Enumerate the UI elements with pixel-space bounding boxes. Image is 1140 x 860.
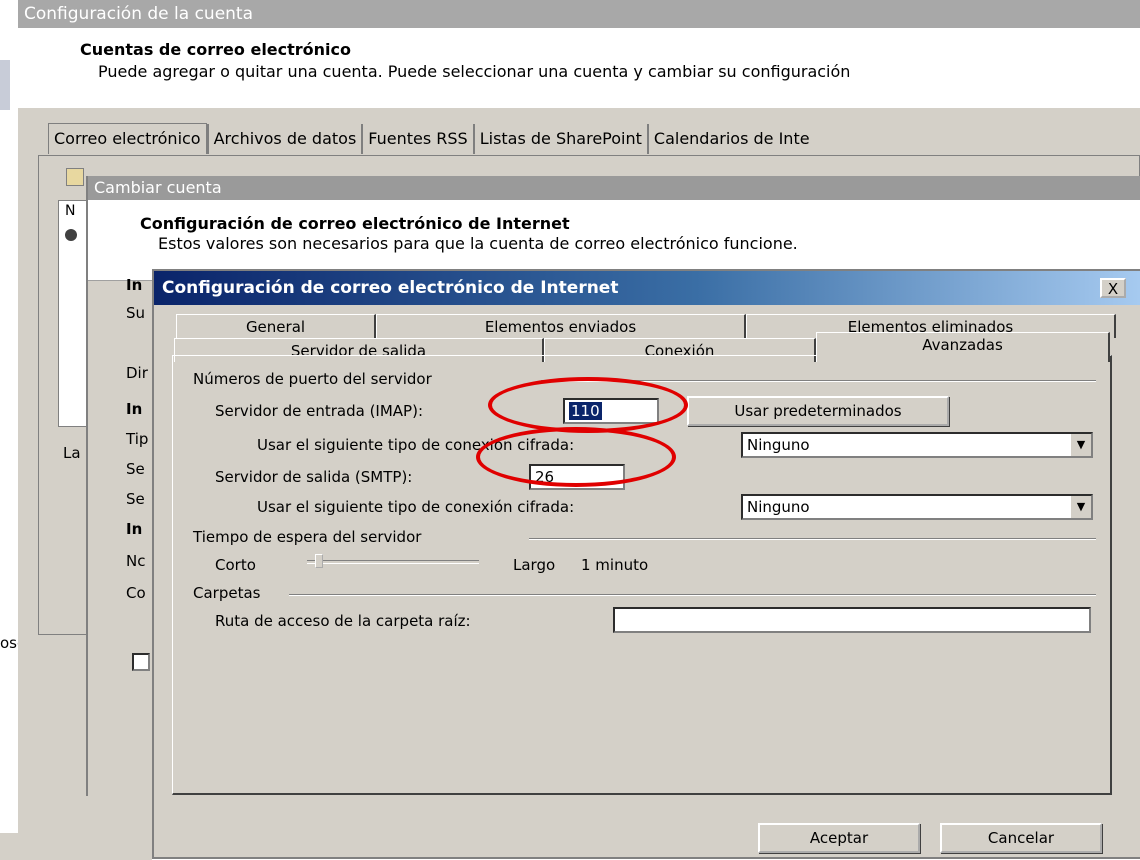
user-info-heading-fragment: In xyxy=(126,276,143,294)
server-timeout-divider xyxy=(529,538,1096,540)
incoming-server-label: Servidor de entrada (IMAP): xyxy=(215,402,424,420)
account-type-label-fragment: Tip xyxy=(126,430,149,448)
account-list-footer-label: La xyxy=(63,444,81,462)
account-settings-title: Configuración de la cuenta xyxy=(18,0,1140,28)
incoming-port-value: 110 xyxy=(569,402,602,420)
ok-button[interactable]: Aceptar xyxy=(758,823,920,853)
outgoing-server-label: Servidor de salida (SMTP): xyxy=(215,468,413,486)
name-label-fragment: Su xyxy=(126,304,146,322)
timeout-slider-thumb[interactable] xyxy=(315,554,323,568)
server-info-heading-fragment: In xyxy=(126,400,143,418)
tab-general[interactable]: General xyxy=(176,314,376,338)
folders-group-label: Carpetas xyxy=(193,584,261,602)
logon-info-heading-fragment: In xyxy=(126,520,143,538)
outgoing-server-label-fragment: Se xyxy=(126,490,145,508)
internet-email-settings-heading: Configuración de correo electrónico de I… xyxy=(140,214,570,233)
encryption-label-outgoing: Usar el siguiente tipo de conexión cifra… xyxy=(257,498,575,516)
password-label-fragment: Co xyxy=(126,584,146,602)
timeout-slider[interactable] xyxy=(307,554,483,574)
encryption-select-outgoing[interactable]: Ninguno ▼ xyxy=(741,494,1093,520)
timeout-slider-track xyxy=(307,560,479,564)
incoming-server-label-fragment: Se xyxy=(126,460,145,478)
account-settings-header: Cuentas de correo electrónico Puede agre… xyxy=(18,28,1140,108)
server-ports-divider xyxy=(541,380,1096,382)
account-tabs: Correo electrónico Archivos de datos Fuent… xyxy=(48,123,1140,155)
email-accounts-description: Puede agregar o quitar una cuenta. Puede… xyxy=(98,62,851,81)
encryption-select-incoming[interactable]: Ninguno ▼ xyxy=(741,432,1093,458)
internet-email-settings-dialog: Configuración de correo electrónico de I… xyxy=(152,269,1140,859)
cancel-button[interactable]: Cancelar xyxy=(940,823,1102,853)
account-list-header: N xyxy=(65,203,76,219)
chevron-down-icon[interactable]: ▼ xyxy=(1069,434,1091,456)
server-ports-group-label: Números de puerto del servidor xyxy=(193,370,432,388)
root-folder-path-input[interactable] xyxy=(613,607,1091,633)
tab-advanced[interactable]: Avanzadas xyxy=(816,332,1110,362)
email-address-label-fragment: Dir xyxy=(126,364,148,382)
folders-divider xyxy=(289,594,1096,596)
tab-sharepoint-lists[interactable]: Listas de SharePoint xyxy=(472,124,647,154)
close-button[interactable]: X xyxy=(1100,278,1126,298)
dialog-title: Configuración de correo electrónico de I… xyxy=(154,271,1140,305)
root-folder-path-label: Ruta de acceso de la carpeta raíz: xyxy=(215,612,471,630)
encryption-select-incoming-value: Ninguno xyxy=(747,436,810,454)
advanced-tab-panel: Números de puerto del servidor Servidor … xyxy=(172,355,1112,795)
outgoing-port-input[interactable]: 26 xyxy=(529,464,625,490)
left-strip-accent xyxy=(0,60,10,110)
left-strip xyxy=(0,0,18,859)
change-account-title: Cambiar cuenta xyxy=(88,176,1140,200)
tab-internet-calendars[interactable]: Calendarios de Inte xyxy=(646,124,815,154)
timeout-value: 1 minuto xyxy=(581,556,649,574)
encryption-label-incoming: Usar el siguiente tipo de conexión cifra… xyxy=(257,436,575,454)
timeout-short-label: Corto xyxy=(215,556,256,574)
tab-data-files[interactable]: Archivos de datos xyxy=(206,124,362,154)
server-timeout-group-label: Tiempo de espera del servidor xyxy=(193,528,422,546)
email-accounts-heading: Cuentas de correo electrónico xyxy=(80,40,352,59)
tab-sent-items[interactable]: Elementos enviados xyxy=(376,314,746,338)
chevron-down-icon[interactable]: ▼ xyxy=(1069,496,1091,518)
account-entry-icon xyxy=(65,229,77,241)
internet-email-settings-description: Estos valores son necesarios para que la… xyxy=(158,234,798,253)
use-defaults-button[interactable]: Usar predeterminados xyxy=(687,396,949,426)
username-label-fragment: Nc xyxy=(126,552,146,570)
timeout-long-label: Largo xyxy=(513,556,556,574)
mail-account-icon xyxy=(66,168,84,186)
incoming-port-input[interactable]: 110 xyxy=(563,398,659,424)
remember-password-checkbox[interactable] xyxy=(132,653,150,671)
tab-email[interactable]: Correo electrónico xyxy=(48,123,207,154)
tab-rss-feeds[interactable]: Fuentes RSS xyxy=(361,124,472,154)
encryption-select-outgoing-value: Ninguno xyxy=(747,498,810,516)
